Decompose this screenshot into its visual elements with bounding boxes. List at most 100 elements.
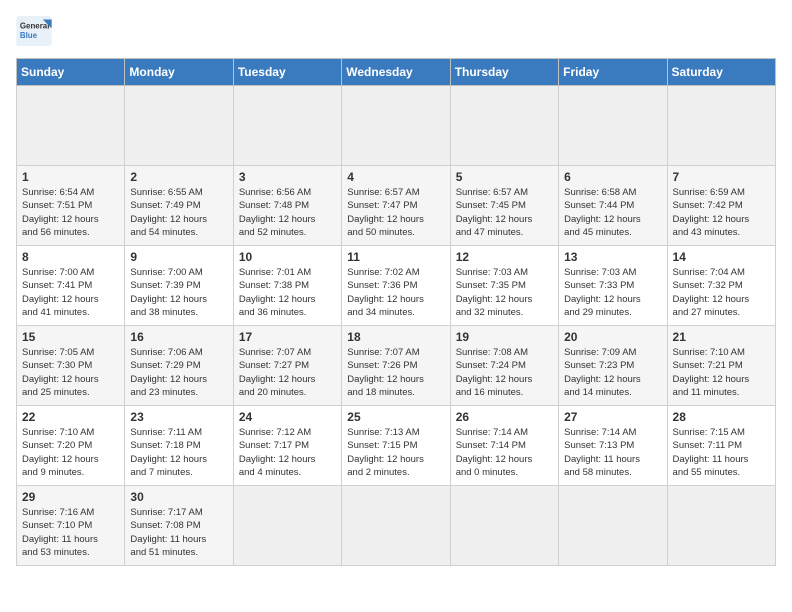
day-info: Sunrise: 7:13 AM Sunset: 7:15 PM Dayligh…	[347, 426, 444, 479]
calendar-cell: 22Sunrise: 7:10 AM Sunset: 7:20 PM Dayli…	[17, 406, 125, 486]
calendar-cell	[233, 486, 341, 566]
svg-text:General: General	[20, 21, 50, 30]
calendar-cell	[450, 86, 558, 166]
day-info: Sunrise: 7:14 AM Sunset: 7:14 PM Dayligh…	[456, 426, 553, 479]
calendar-cell	[450, 486, 558, 566]
day-info: Sunrise: 7:10 AM Sunset: 7:21 PM Dayligh…	[673, 346, 770, 399]
calendar-cell: 9 Sunrise: 7:00 AM Sunset: 7:39 PM Daylig…	[125, 246, 233, 326]
calendar-cell: 27Sunrise: 7:14 AM Sunset: 7:13 PM Dayli…	[559, 406, 667, 486]
col-saturday: Saturday	[667, 59, 775, 86]
day-info: Sunrise: 7:01 AM Sunset: 7:38 PM Dayligh…	[239, 266, 336, 319]
day-info: Sunrise: 7:15 AM Sunset: 7:11 PM Dayligh…	[673, 426, 770, 479]
calendar-cell: 3Sunrise: 6:56 AM Sunset: 7:48 PM Daylig…	[233, 166, 341, 246]
calendar-cell	[17, 86, 125, 166]
day-info: Sunrise: 6:57 AM Sunset: 7:47 PM Dayligh…	[347, 186, 444, 239]
day-number: 4	[347, 170, 444, 184]
calendar-table: Sunday Monday Tuesday Wednesday Thursday…	[16, 58, 776, 566]
calendar-cell: 11Sunrise: 7:02 AM Sunset: 7:36 PM Dayli…	[342, 246, 450, 326]
day-info: Sunrise: 7:02 AM Sunset: 7:36 PM Dayligh…	[347, 266, 444, 319]
calendar-cell: 28Sunrise: 7:15 AM Sunset: 7:11 PM Dayli…	[667, 406, 775, 486]
calendar-cell: 5 Sunrise: 6:57 AM Sunset: 7:45 PM Daylig…	[450, 166, 558, 246]
day-number: 5	[456, 170, 553, 184]
calendar-cell: 14Sunrise: 7:04 AM Sunset: 7:32 PM Dayli…	[667, 246, 775, 326]
calendar-week-row	[17, 86, 776, 166]
col-wednesday: Wednesday	[342, 59, 450, 86]
calendar-cell: 20 Sunrise: 7:09 AM Sunset: 7:23 PM Dayli…	[559, 326, 667, 406]
day-info: Sunrise: 7:07 AM Sunset: 7:26 PM Dayligh…	[347, 346, 444, 399]
day-info: Sunrise: 6:59 AM Sunset: 7:42 PM Dayligh…	[673, 186, 770, 239]
calendar-cell: 29Sunrise: 7:16 AM Sunset: 7:10 PM Dayli…	[17, 486, 125, 566]
calendar-cell: 30 Sunrise: 7:17 AM Sunset: 7:08 PM Dayli…	[125, 486, 233, 566]
calendar-cell: 7 Sunrise: 6:59 AM Sunset: 7:42 PM Daylig…	[667, 166, 775, 246]
svg-text:Blue: Blue	[20, 31, 38, 40]
day-info: Sunrise: 7:12 AM Sunset: 7:17 PM Dayligh…	[239, 426, 336, 479]
day-number: 19	[456, 330, 553, 344]
calendar-cell: 18 Sunrise: 7:07 AM Sunset: 7:26 PM Dayli…	[342, 326, 450, 406]
day-info: Sunrise: 7:11 AM Sunset: 7:18 PM Dayligh…	[130, 426, 227, 479]
day-info: Sunrise: 7:05 AM Sunset: 7:30 PM Dayligh…	[22, 346, 119, 399]
day-number: 15	[22, 330, 119, 344]
col-thursday: Thursday	[450, 59, 558, 86]
calendar-cell: 19 Sunrise: 7:08 AM Sunset: 7:24 PM Dayli…	[450, 326, 558, 406]
calendar-cell	[667, 86, 775, 166]
day-number: 27	[564, 410, 661, 424]
calendar-cell	[667, 486, 775, 566]
day-number: 21	[673, 330, 770, 344]
calendar-body: 1 Sunrise: 6:54 AM Sunset: 7:51 PM Daylig…	[17, 86, 776, 566]
day-number: 20	[564, 330, 661, 344]
col-sunday: Sunday	[17, 59, 125, 86]
day-number: 1	[22, 170, 119, 184]
day-number: 8	[22, 250, 119, 264]
calendar-cell: 12Sunrise: 7:03 AM Sunset: 7:35 PM Dayli…	[450, 246, 558, 326]
calendar-cell	[342, 486, 450, 566]
calendar-cell	[233, 86, 341, 166]
day-number: 25	[347, 410, 444, 424]
logo: General Blue	[16, 16, 52, 46]
day-number: 16	[130, 330, 227, 344]
day-info: Sunrise: 7:00 AM Sunset: 7:39 PM Dayligh…	[130, 266, 227, 319]
calendar-week-row: 15 Sunrise: 7:05 AM Sunset: 7:30 PM Dayli…	[17, 326, 776, 406]
day-info: Sunrise: 6:54 AM Sunset: 7:51 PM Dayligh…	[22, 186, 119, 239]
calendar-cell	[559, 86, 667, 166]
calendar-cell: 23Sunrise: 7:11 AM Sunset: 7:18 PM Dayli…	[125, 406, 233, 486]
day-number: 13	[564, 250, 661, 264]
page-header: General Blue	[16, 16, 776, 46]
calendar-cell	[125, 86, 233, 166]
day-info: Sunrise: 6:57 AM Sunset: 7:45 PM Dayligh…	[456, 186, 553, 239]
calendar-cell: 21 Sunrise: 7:10 AM Sunset: 7:21 PM Dayli…	[667, 326, 775, 406]
day-number: 2	[130, 170, 227, 184]
day-number: 26	[456, 410, 553, 424]
calendar-cell: 13 Sunrise: 7:03 AM Sunset: 7:33 PM Dayli…	[559, 246, 667, 326]
calendar-cell: 4 Sunrise: 6:57 AM Sunset: 7:47 PM Daylig…	[342, 166, 450, 246]
header-row: Sunday Monday Tuesday Wednesday Thursday…	[17, 59, 776, 86]
calendar-cell: 8Sunrise: 7:00 AM Sunset: 7:41 PM Daylig…	[17, 246, 125, 326]
calendar-cell: 15 Sunrise: 7:05 AM Sunset: 7:30 PM Dayli…	[17, 326, 125, 406]
day-info: Sunrise: 7:17 AM Sunset: 7:08 PM Dayligh…	[130, 506, 227, 559]
day-info: Sunrise: 7:03 AM Sunset: 7:33 PM Dayligh…	[564, 266, 661, 319]
calendar-cell: 26 Sunrise: 7:14 AM Sunset: 7:14 PM Dayli…	[450, 406, 558, 486]
day-number: 9	[130, 250, 227, 264]
calendar-cell: 6 Sunrise: 6:58 AM Sunset: 7:44 PM Daylig…	[559, 166, 667, 246]
day-info: Sunrise: 7:04 AM Sunset: 7:32 PM Dayligh…	[673, 266, 770, 319]
day-number: 18	[347, 330, 444, 344]
day-info: Sunrise: 7:06 AM Sunset: 7:29 PM Dayligh…	[130, 346, 227, 399]
day-info: Sunrise: 7:08 AM Sunset: 7:24 PM Dayligh…	[456, 346, 553, 399]
calendar-cell: 17 Sunrise: 7:07 AM Sunset: 7:27 PM Dayli…	[233, 326, 341, 406]
day-number: 30	[130, 490, 227, 504]
day-info: Sunrise: 7:07 AM Sunset: 7:27 PM Dayligh…	[239, 346, 336, 399]
day-info: Sunrise: 7:09 AM Sunset: 7:23 PM Dayligh…	[564, 346, 661, 399]
day-number: 10	[239, 250, 336, 264]
day-number: 12	[456, 250, 553, 264]
day-info: Sunrise: 6:58 AM Sunset: 7:44 PM Dayligh…	[564, 186, 661, 239]
calendar-header: Sunday Monday Tuesday Wednesday Thursday…	[17, 59, 776, 86]
col-monday: Monday	[125, 59, 233, 86]
day-info: Sunrise: 6:55 AM Sunset: 7:49 PM Dayligh…	[130, 186, 227, 239]
calendar-week-row: 8Sunrise: 7:00 AM Sunset: 7:41 PM Daylig…	[17, 246, 776, 326]
day-number: 7	[673, 170, 770, 184]
day-number: 22	[22, 410, 119, 424]
col-tuesday: Tuesday	[233, 59, 341, 86]
calendar-week-row: 29Sunrise: 7:16 AM Sunset: 7:10 PM Dayli…	[17, 486, 776, 566]
calendar-cell: 1 Sunrise: 6:54 AM Sunset: 7:51 PM Daylig…	[17, 166, 125, 246]
day-number: 17	[239, 330, 336, 344]
day-number: 6	[564, 170, 661, 184]
